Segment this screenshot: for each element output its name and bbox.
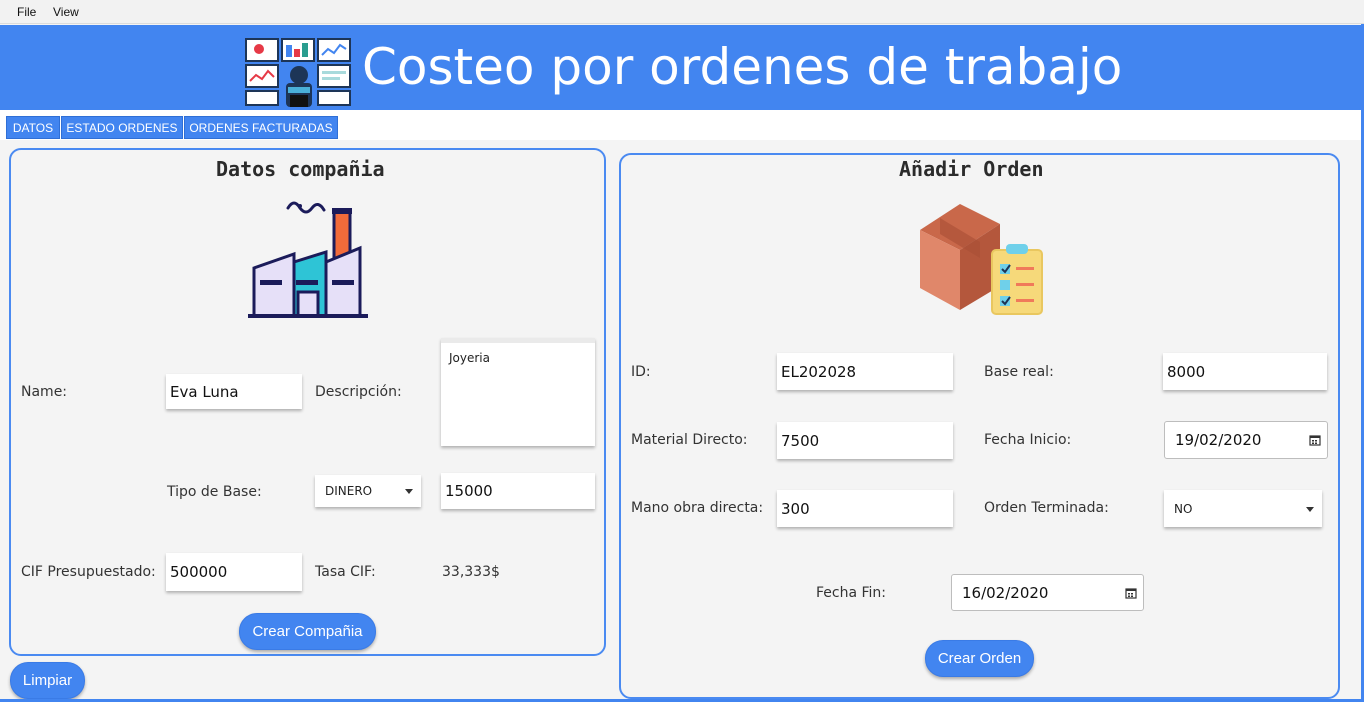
- order-id-field[interactable]: [777, 353, 953, 390]
- chevron-down-icon: [1306, 506, 1314, 512]
- start-date-label: Fecha Inicio:: [984, 432, 1072, 448]
- rate-value: 33,333$: [442, 564, 500, 580]
- base-type-label: Tipo de Base:: [167, 484, 262, 500]
- name-label: Name:: [21, 384, 68, 400]
- direct-labor-field[interactable]: [777, 490, 953, 527]
- tab-estado-ordenes[interactable]: ESTADO ORDENES: [61, 116, 183, 139]
- tab-datos[interactable]: DATOS: [6, 116, 60, 139]
- create-company-button[interactable]: Crear Compañia: [239, 613, 376, 650]
- company-panel-title: Datos compañia: [216, 157, 385, 181]
- finished-label: Orden Terminada:: [984, 500, 1109, 516]
- calendar-icon[interactable]: [1125, 587, 1137, 599]
- tab-ordenes-facturadas[interactable]: ORDENES FACTURADAS: [184, 116, 338, 139]
- order-panel-title: Añadir Orden: [899, 157, 1044, 181]
- menu-file[interactable]: File: [17, 5, 36, 19]
- start-date-value: 19/02/2020: [1175, 431, 1262, 449]
- order-finished-select[interactable]: NO: [1164, 490, 1322, 527]
- order-finished-value: NO: [1174, 501, 1193, 516]
- direct-labor-label: Mano obra directa:: [631, 500, 764, 516]
- box-checklist-icon: [920, 204, 1043, 315]
- direct-material-label: Material Directo:: [631, 432, 748, 448]
- base-value-field[interactable]: [441, 473, 595, 509]
- calendar-icon[interactable]: [1309, 434, 1321, 446]
- end-date-value: 16/02/2020: [962, 583, 1049, 602]
- name-field[interactable]: [166, 374, 302, 409]
- base-type-select[interactable]: DINERO: [315, 475, 421, 507]
- app-header: Costeo por ordenes de trabajo: [0, 25, 1364, 110]
- cif-label: CIF Presupuestado:: [21, 564, 156, 580]
- menu-view[interactable]: View: [53, 5, 79, 19]
- app-title: Costeo por ordenes de trabajo: [362, 38, 1123, 96]
- end-date-label: Fecha Fin:: [816, 585, 887, 601]
- start-date-picker[interactable]: 19/02/2020: [1164, 421, 1328, 459]
- menu-bar: File View: [0, 0, 1364, 24]
- create-order-button[interactable]: Crear Orden: [925, 640, 1034, 677]
- order-id-label: ID:: [631, 364, 651, 380]
- rate-label: Tasa CIF:: [315, 564, 376, 580]
- description-label: Descripción:: [315, 384, 402, 400]
- end-date-picker[interactable]: 16/02/2020: [951, 574, 1144, 611]
- direct-material-field[interactable]: [777, 422, 953, 459]
- chevron-down-icon: [405, 489, 413, 494]
- base-type-value: DINERO: [325, 484, 373, 498]
- description-textarea[interactable]: Joyeria: [441, 338, 595, 446]
- clear-button[interactable]: Limpiar: [10, 662, 85, 699]
- cif-field[interactable]: [166, 553, 302, 591]
- monitoring-workstation-icon: [245, 38, 351, 107]
- real-base-field[interactable]: [1163, 353, 1327, 390]
- factory-icon: [248, 201, 368, 318]
- real-base-label: Base real:: [984, 364, 1054, 380]
